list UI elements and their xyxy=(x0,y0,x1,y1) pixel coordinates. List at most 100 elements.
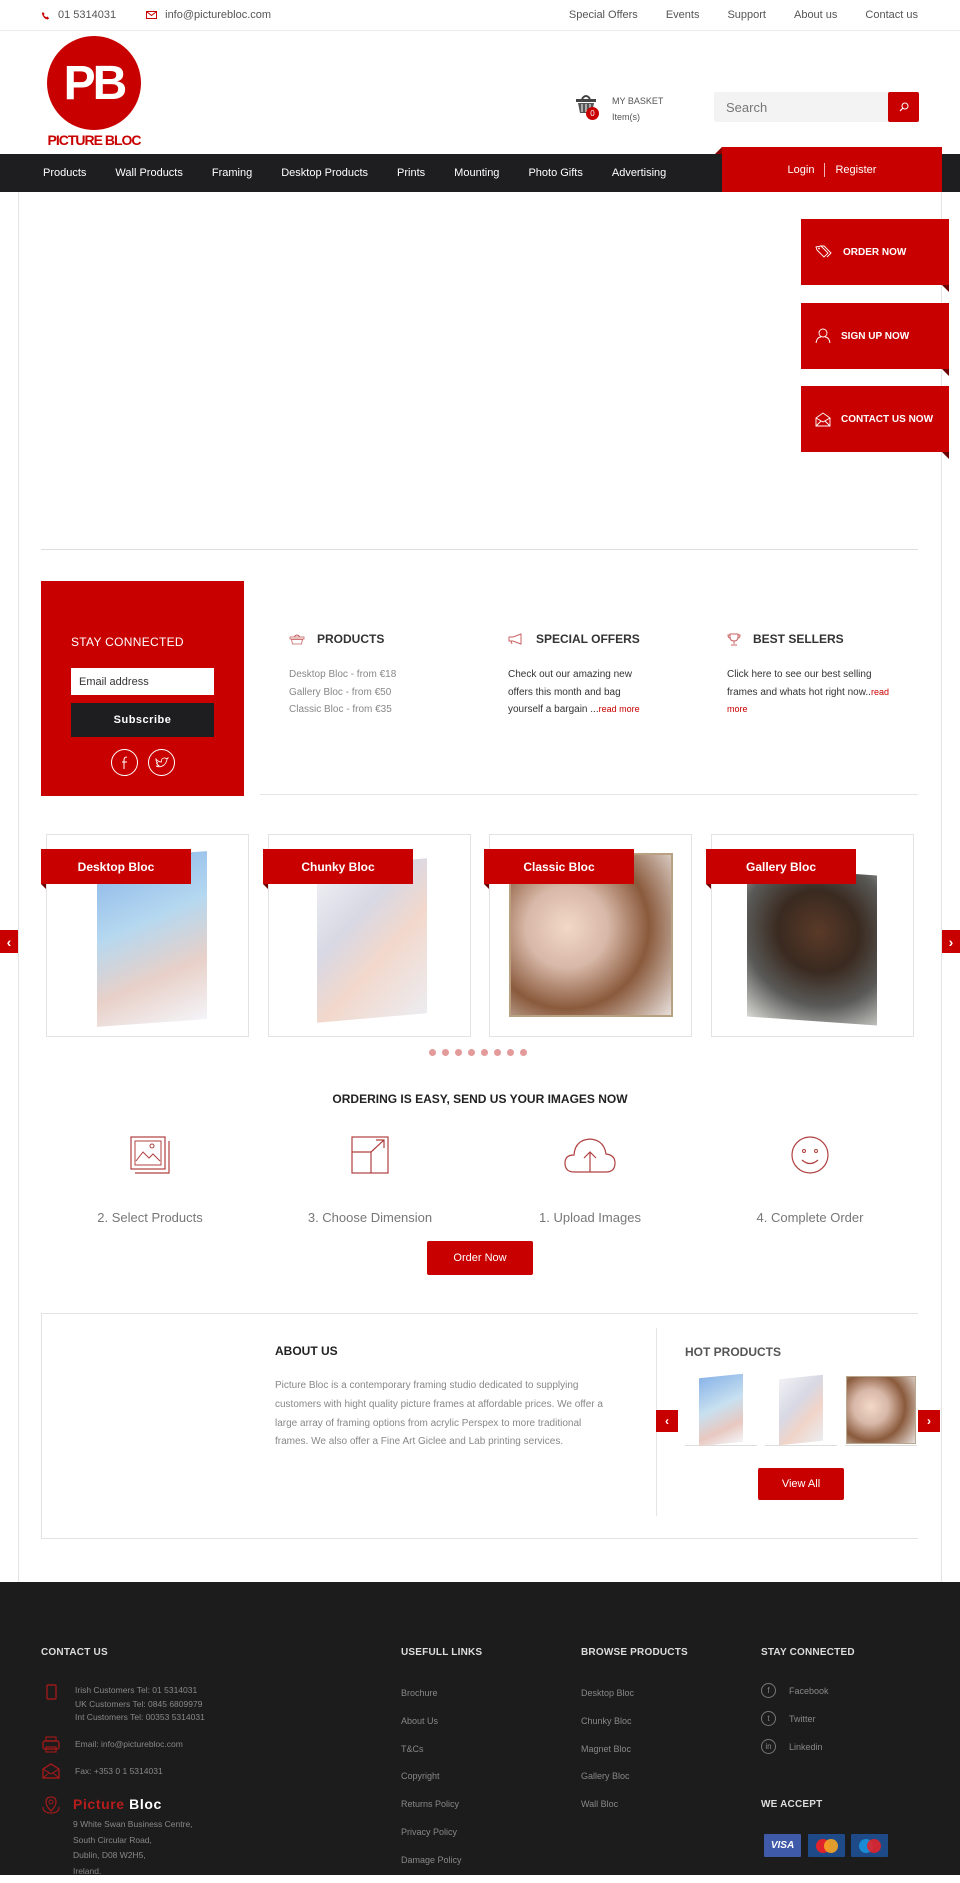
basket[interactable]: 0 MY BASKET Item(s) xyxy=(574,93,663,125)
footer-brand-red: Picture xyxy=(73,1796,125,1812)
footer-email[interactable]: Email: info@picturebloc.com xyxy=(75,1738,183,1752)
top-phone-text[interactable]: 01 5314031 xyxy=(58,9,116,21)
top-bar: 01 5314031 info@picturebloc.com Special … xyxy=(0,0,960,31)
header: PB PICTURE BLOC 0 MY BASKET Item(s) xyxy=(0,31,960,154)
product-card-classic-bloc[interactable]: Classic Bloc xyxy=(484,834,692,1037)
facebook-icon xyxy=(121,756,127,769)
hot-products-prev-button[interactable]: ‹ xyxy=(656,1410,678,1432)
newsletter-email-input[interactable] xyxy=(71,668,214,695)
footer-browse-gallery-bloc[interactable]: Gallery Bloc xyxy=(581,1771,630,1781)
register-link[interactable]: Register xyxy=(835,164,876,176)
order-now-cta-button[interactable]: Order Now xyxy=(427,1241,533,1275)
image-gallery-icon xyxy=(130,1136,170,1174)
nav-mounting[interactable]: Mounting xyxy=(454,167,499,179)
envelope-icon xyxy=(146,11,158,19)
footer-link-damage-policy[interactable]: Damage Policy xyxy=(401,1855,462,1865)
carousel-dot[interactable] xyxy=(481,1049,488,1056)
footer-browse-magnet-bloc[interactable]: Magnet Bloc xyxy=(581,1744,631,1754)
footer-link-copyright[interactable]: Copyright xyxy=(401,1771,440,1781)
top-link-support[interactable]: Support xyxy=(727,9,766,21)
footer-fax: Fax: +353 0 1 5314031 xyxy=(75,1766,163,1776)
twitter-icon xyxy=(155,756,169,767)
carousel-dot[interactable] xyxy=(494,1049,501,1056)
tags-icon xyxy=(815,245,832,258)
carousel-prev-button[interactable]: ‹ xyxy=(0,930,18,953)
feature-best-sellers-title: BEST SELLERS xyxy=(753,632,844,646)
top-phone[interactable]: 01 5314031 xyxy=(41,9,116,21)
step-select-products: 2. Select Products xyxy=(50,1130,250,1225)
logo[interactable]: PB PICTURE BLOC xyxy=(44,36,144,148)
carousel-next-button[interactable]: › xyxy=(942,930,960,953)
view-all-button[interactable]: View All xyxy=(758,1468,844,1500)
footer-phone-uk: UK Customers Tel: 0845 6809979 xyxy=(75,1698,203,1709)
nav-advertising[interactable]: Advertising xyxy=(612,167,666,179)
footer-link-returns-policy[interactable]: Returns Policy xyxy=(401,1799,459,1809)
footer-phone-irish: Irish Customers Tel: 01 5314031 xyxy=(75,1685,198,1695)
megaphone-icon xyxy=(508,633,522,645)
footer-link-privacy-policy[interactable]: Privacy Policy xyxy=(401,1827,457,1837)
top-link-events[interactable]: Events xyxy=(666,9,700,21)
footer-facebook-link[interactable]: f Facebook xyxy=(761,1683,829,1698)
about-hot-products-box: ABOUT US Picture Bloc is a contemporary … xyxy=(41,1313,940,1539)
facebook-button[interactable] xyxy=(111,749,138,776)
nav-products[interactable]: Products xyxy=(43,167,86,179)
hero-divider xyxy=(41,549,918,550)
footer: CONTACT US Irish Customers Tel: 01 53140… xyxy=(0,1582,960,1876)
carousel-dot[interactable] xyxy=(429,1049,436,1056)
hot-product-image xyxy=(779,1374,823,1445)
product-card-desktop-bloc[interactable]: Desktop Bloc xyxy=(41,834,249,1037)
visa-label: VISA xyxy=(770,1840,795,1851)
nav-photo-gifts[interactable]: Photo Gifts xyxy=(528,167,582,179)
nav-desktop-products[interactable]: Desktop Products xyxy=(281,167,368,179)
hot-products-next-button[interactable]: › xyxy=(918,1410,940,1432)
footer-phone-int: Int Customers Tel: 00353 5314031 xyxy=(75,1712,205,1722)
top-link-about-us[interactable]: About us xyxy=(794,9,837,21)
login-register-tab: Login Register xyxy=(715,147,942,192)
footer-link-tcs[interactable]: T&Cs xyxy=(401,1744,424,1754)
subscribe-button[interactable]: Subscribe xyxy=(71,703,214,737)
logo-text: PICTURE BLOC xyxy=(47,132,142,148)
twitter-button[interactable] xyxy=(148,749,175,776)
special-offers-read-more[interactable]: read more xyxy=(599,704,640,714)
carousel-dot[interactable] xyxy=(442,1049,449,1056)
feature-products-line-2[interactable]: Gallery Bloc - from €50 xyxy=(289,687,391,698)
product-card-chunky-bloc[interactable]: Chunky Bloc xyxy=(263,834,471,1037)
order-now-button[interactable]: ORDER NOW xyxy=(801,219,949,292)
top-email-text[interactable]: info@picturebloc.com xyxy=(165,9,271,21)
nav-framing[interactable]: Framing xyxy=(212,167,252,179)
feature-products-line-3[interactable]: Classic Bloc - from €35 xyxy=(289,704,392,715)
hot-product-thumb[interactable] xyxy=(765,1374,837,1446)
search-button[interactable] xyxy=(888,92,919,122)
product-card-gallery-bloc[interactable]: Gallery Bloc xyxy=(706,834,914,1037)
footer-browse-desktop-bloc[interactable]: Desktop Bloc xyxy=(581,1688,634,1698)
footer-browse-wall-bloc[interactable]: Wall Bloc xyxy=(581,1799,618,1809)
nav-wall-products[interactable]: Wall Products xyxy=(115,167,182,179)
footer-twitter-link[interactable]: t Twitter xyxy=(761,1711,816,1726)
footer-linkedin-link[interactable]: in Linkedin xyxy=(761,1739,823,1754)
resize-icon xyxy=(351,1136,389,1174)
nav-prints[interactable]: Prints xyxy=(397,167,425,179)
footer-browse-chunky-bloc[interactable]: Chunky Bloc xyxy=(581,1716,632,1726)
product-card-title: Gallery Bloc xyxy=(706,849,856,889)
carousel-dot[interactable] xyxy=(468,1049,475,1056)
step-upload-images: 1. Upload Images xyxy=(490,1130,690,1225)
feature-products-line-1[interactable]: Desktop Bloc - from €18 xyxy=(289,669,396,680)
hot-product-thumb[interactable] xyxy=(685,1373,757,1446)
contact-us-now-button[interactable]: CONTACT US NOW xyxy=(801,386,949,459)
carousel-dot[interactable] xyxy=(520,1049,527,1056)
top-link-contact-us[interactable]: Contact us xyxy=(865,9,918,21)
hot-product-thumb[interactable] xyxy=(845,1374,917,1446)
login-link[interactable]: Login xyxy=(788,164,815,176)
footer-link-brochure[interactable]: Brochure xyxy=(401,1688,438,1698)
address-line: Ireland. xyxy=(73,1866,102,1877)
sign-up-now-button[interactable]: SIGN UP NOW xyxy=(801,303,949,376)
footer-brand: Picture Bloc xyxy=(73,1796,162,1812)
carousel-dot[interactable] xyxy=(455,1049,462,1056)
footer-twitter-label: Twitter xyxy=(789,1713,816,1724)
step-label: 1. Upload Images xyxy=(539,1210,641,1225)
top-email[interactable]: info@picturebloc.com xyxy=(146,9,271,21)
carousel-dot[interactable] xyxy=(507,1049,514,1056)
search-input[interactable] xyxy=(714,92,884,122)
top-link-special-offers[interactable]: Special Offers xyxy=(569,9,638,21)
footer-link-about-us[interactable]: About Us xyxy=(401,1716,438,1726)
